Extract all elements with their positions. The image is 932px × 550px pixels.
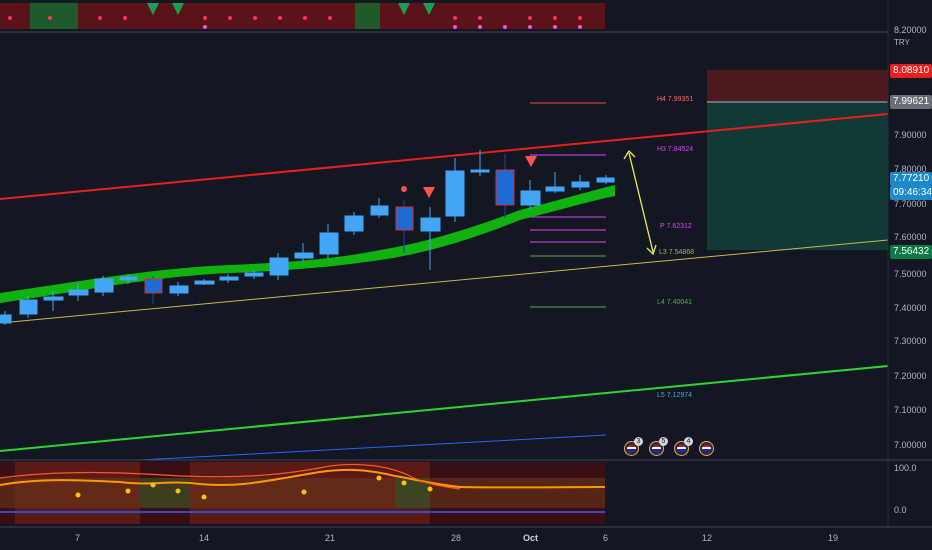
entry-level-label: 7.56432 (890, 245, 932, 259)
economic-event-icon[interactable]: 4 (674, 437, 693, 456)
position-box[interactable] (707, 70, 888, 250)
currency-label: TRY (894, 38, 910, 47)
pivot-p-label: P 7.62312 (660, 223, 692, 230)
price-tick: 7.20000 (894, 371, 927, 381)
sell-signal-icon (401, 156, 537, 198)
economic-event-icon[interactable] (699, 441, 714, 456)
price-tick: 7.60000 (894, 232, 927, 242)
date-label: 14 (199, 533, 210, 543)
pivot-l3-label: L3 7.54868 (659, 249, 695, 256)
price-tick: 7.40000 (894, 303, 927, 313)
price-tick: 7.10000 (894, 405, 927, 415)
measure-arrow[interactable] (623, 149, 657, 256)
date-label: 7 (75, 533, 81, 543)
bar-countdown: 09:46:34 (890, 186, 932, 200)
price-tick: 7.30000 (894, 336, 927, 346)
price-tick: 7.70000 (894, 199, 927, 209)
stop-level-label: 8.08910 (890, 64, 932, 78)
candles[interactable] (0, 150, 615, 325)
green-trend-line[interactable] (0, 365, 889, 452)
pivot-l4-label: L4 7.40041 (657, 299, 693, 306)
pivot-h4-label: H4 7.99351 (657, 96, 694, 103)
date-label: Oct (523, 533, 539, 543)
price-tick: 7.00000 (894, 440, 927, 450)
chart-canvas[interactable] (0, 0, 932, 550)
date-label: 19 (828, 533, 839, 543)
price-tick: 7.50000 (894, 269, 927, 279)
target-level-label: 7.99621 (890, 95, 932, 109)
date-label: 21 (325, 533, 336, 543)
oscillator-tick: 0.0 (894, 505, 907, 515)
current-price-label: 7.77210 (890, 172, 932, 186)
date-label: 28 (451, 533, 462, 543)
economic-event-icon[interactable]: 5 (649, 437, 668, 456)
economic-event-icon[interactable]: 3 (624, 437, 643, 456)
pivot-l5-label: L5 7.12974 (657, 392, 693, 399)
oscillator-tick: 100.0 (894, 463, 917, 473)
pivot-h3-label: H3 7.84524 (657, 146, 694, 153)
oscillator-pane[interactable] (0, 459, 932, 527)
price-tick: 8.20000 (894, 25, 927, 35)
signal-strip (0, 3, 605, 29)
date-label: 12 (702, 533, 713, 543)
date-label: 6 (603, 533, 609, 543)
blue-trend-line[interactable] (139, 434, 607, 461)
price-tick: 7.90000 (894, 130, 927, 140)
